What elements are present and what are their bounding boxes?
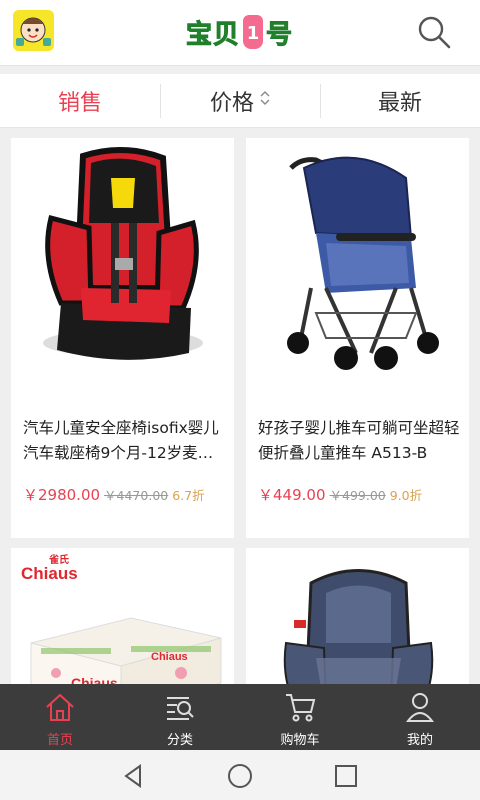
nav-home[interactable]: 首页	[0, 684, 120, 750]
original-price: ￥499.00	[329, 488, 386, 503]
tab-newest-label: 最新	[377, 90, 422, 116]
discount-label: 9.0折	[389, 488, 423, 503]
product-image-diapers: Chiaus 雀氏 Chiaus Chiaus	[11, 548, 234, 684]
tab-price[interactable]: 价格	[160, 74, 320, 127]
nav-mine-label: 我的	[406, 733, 433, 748]
app-header: 宝贝 1 号	[0, 0, 480, 66]
home-circle-icon[interactable]	[226, 762, 254, 790]
product-title: 汽车儿童安全座椅isofix婴儿汽车载座椅9个月-12岁麦…	[23, 419, 219, 462]
brand-badge: 1	[243, 15, 264, 49]
sort-bar: 销售 价格 最新	[0, 74, 480, 128]
nav-category-label: 分类	[166, 733, 193, 748]
discount-label: 6.7折	[172, 488, 205, 503]
brand-text-left: 宝贝	[185, 19, 241, 50]
product-image-car-seat	[11, 138, 234, 398]
nav-cart-label: 购物车	[280, 733, 320, 748]
original-price: ￥4470.00	[104, 488, 169, 503]
svg-text:雀氏: 雀氏	[48, 553, 69, 566]
tab-sales-label: 销售	[57, 90, 102, 116]
nav-cart[interactable]: 购物车	[240, 684, 360, 750]
nav-home-label: 首页	[46, 733, 73, 748]
system-nav-bar	[0, 750, 480, 800]
brand-text-right: 号	[266, 19, 294, 50]
recents-icon[interactable]	[332, 762, 360, 790]
cart-icon	[283, 690, 317, 724]
product-price: ￥449.00	[258, 486, 326, 504]
sort-updown-icon	[260, 88, 270, 113]
svg-text:Chiaus: Chiaus	[21, 564, 78, 583]
product-card[interactable]	[246, 548, 469, 684]
price-row: ￥449.00 ￥499.00 9.0折	[258, 484, 422, 505]
product-image-car-seat-2	[246, 548, 469, 684]
brand-logo: 宝贝 1 号	[185, 12, 294, 52]
price-row: ￥2980.00 ￥4470.00 6.7折	[23, 484, 205, 505]
user-icon	[403, 690, 437, 724]
product-price: ￥2980.00	[23, 486, 101, 504]
nav-category[interactable]: 分类	[120, 684, 240, 750]
bottom-nav: 首页 分类 购物车 我的	[0, 684, 480, 750]
svg-text:Chiaus: Chiaus	[71, 675, 118, 684]
product-card[interactable]: 汽车儿童安全座椅isofix婴儿汽车载座椅9个月-12岁麦… ￥2980.00 …	[11, 138, 234, 538]
home-icon	[43, 690, 77, 724]
baby-face-icon[interactable]	[13, 10, 54, 51]
back-icon[interactable]	[120, 762, 148, 790]
product-title: 好孩子婴儿推车可躺可坐超轻便折叠儿童推车 A513-B	[258, 419, 460, 462]
nav-mine[interactable]: 我的	[360, 684, 480, 750]
product-card[interactable]: 好孩子婴儿推车可躺可坐超轻便折叠儿童推车 A513-B ￥449.00 ￥499…	[246, 138, 469, 538]
svg-text:Chiaus: Chiaus	[151, 651, 188, 663]
tab-newest[interactable]: 最新	[320, 74, 480, 127]
search-icon[interactable]	[414, 12, 454, 52]
product-image-stroller	[246, 138, 469, 398]
tab-price-label: 价格	[209, 90, 254, 116]
product-card[interactable]: Chiaus 雀氏 Chiaus Chiaus	[11, 548, 234, 684]
product-grid: 汽车儿童安全座椅isofix婴儿汽车载座椅9个月-12岁麦… ￥2980.00 …	[0, 128, 480, 684]
category-search-icon	[163, 690, 197, 724]
tab-sales[interactable]: 销售	[0, 74, 160, 127]
